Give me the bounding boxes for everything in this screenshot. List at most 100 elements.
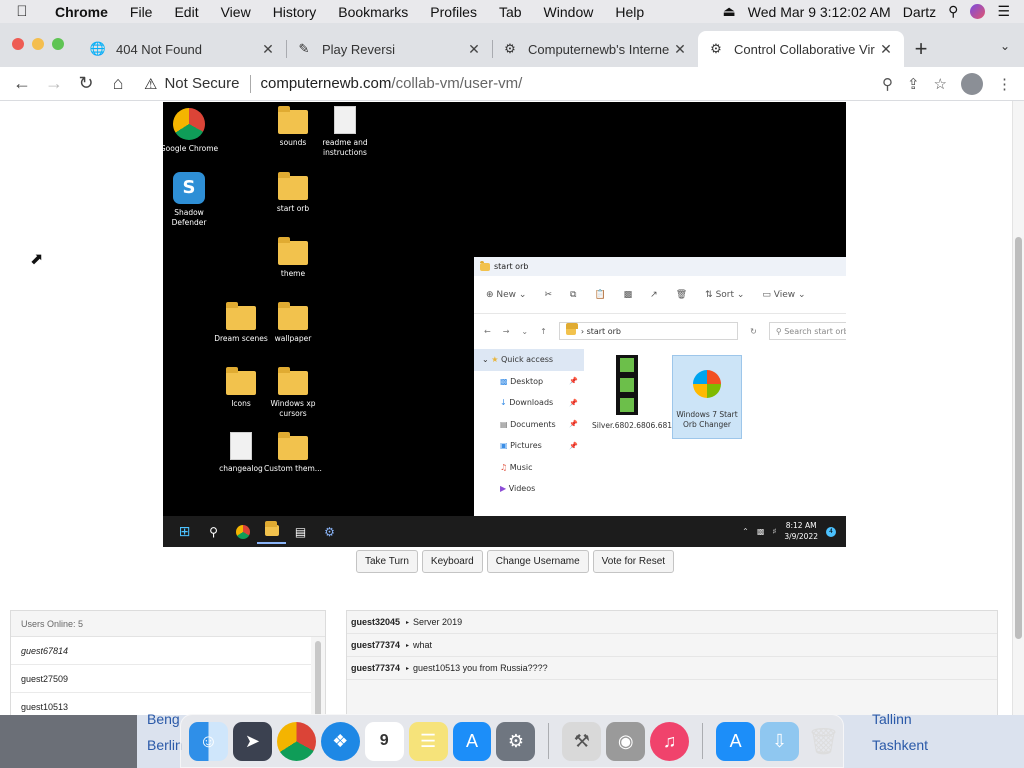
user-list-item[interactable]: guest67814 bbox=[11, 637, 311, 665]
tab-404[interactable]: 🌐 404 Not Found ✕ bbox=[80, 31, 286, 67]
scrollbar-thumb[interactable] bbox=[1015, 237, 1022, 639]
tab-reversi[interactable]: ✎ Play Reversi ✕ bbox=[286, 31, 492, 67]
take-turn-button[interactable]: Take Turn bbox=[356, 550, 418, 573]
keyboard-button[interactable]: Keyboard bbox=[421, 550, 483, 573]
tab-collab-vm[interactable]: ⚙ Control Collaborative Vir ✕ bbox=[698, 31, 904, 67]
warning-icon[interactable]: ⚠ bbox=[144, 75, 157, 93]
search-icon[interactable]: ⚲ bbox=[199, 520, 228, 544]
volume-icon[interactable]: ♯ bbox=[772, 527, 776, 536]
desktop-icon-xp-cursors[interactable]: Windows xp cursors bbox=[263, 367, 323, 419]
menu-file[interactable]: File bbox=[119, 4, 164, 20]
sort-button[interactable]: ⇅ Sort ⌄ bbox=[705, 290, 744, 300]
cut-icon[interactable]: ✂ bbox=[544, 290, 552, 300]
app-store-icon[interactable]: A bbox=[452, 721, 492, 761]
nav-desktop[interactable]: ▩ Desktop 📌 bbox=[474, 371, 584, 393]
new-tab-icon[interactable]: + bbox=[904, 31, 938, 67]
share-icon[interactable]: ⇪ bbox=[907, 75, 920, 93]
close-window-button[interactable] bbox=[12, 38, 24, 50]
start-button-icon[interactable]: ⊞ bbox=[170, 520, 199, 544]
view-button[interactable]: ▭ View ⌄ bbox=[762, 290, 805, 300]
forward-icon[interactable]: → bbox=[503, 327, 510, 336]
music-icon[interactable]: ♫ bbox=[650, 721, 690, 761]
desktop-icon-start-orb[interactable]: start orb bbox=[263, 172, 323, 214]
finder-icon[interactable]: ☺ bbox=[189, 721, 228, 761]
page-scrollbar[interactable] bbox=[1012, 101, 1024, 715]
settings-gear-icon[interactable]: ⚙ bbox=[315, 520, 344, 544]
safari-icon[interactable]: ❖ bbox=[320, 721, 360, 761]
address-bar[interactable]: ⚠ Not Secure computernewb.com/collab-vm/… bbox=[144, 70, 882, 98]
desktop-icon-shadow-defender[interactable]: S Shadow Defender bbox=[163, 172, 219, 228]
back-icon[interactable]: ← bbox=[6, 73, 38, 94]
file-item-silver[interactable]: Silver.6802.6806.6810 bbox=[592, 355, 677, 431]
explorer-breadcrumb[interactable]: › start orb bbox=[558, 322, 739, 340]
menu-tab[interactable]: Tab bbox=[488, 4, 533, 20]
forward-icon[interactable]: → bbox=[38, 73, 70, 94]
spotlight-search-icon[interactable]: ⚲ bbox=[948, 3, 958, 20]
nav-documents[interactable]: ▤ Documents 📌 bbox=[474, 414, 584, 436]
background-city-label[interactable]: Berlin bbox=[147, 737, 183, 753]
explorer-titlebar[interactable]: start orb bbox=[474, 257, 846, 276]
menubar-user[interactable]: Dartz bbox=[903, 4, 936, 20]
menu-profiles[interactable]: Profiles bbox=[419, 4, 488, 20]
network-icon[interactable]: ▩ bbox=[757, 527, 765, 536]
desktop-icon-changealog[interactable]: changealog bbox=[211, 432, 271, 474]
file-item-orb-changer[interactable]: Windows 7 Start Orb Changer bbox=[672, 355, 742, 439]
desktop-icon-chrome[interactable]: Google Chrome bbox=[163, 108, 219, 154]
desktop-icon-sounds[interactable]: sounds bbox=[263, 106, 323, 148]
desktop-icon-icons[interactable]: Icons bbox=[211, 367, 271, 409]
close-tab-icon[interactable]: ✕ bbox=[260, 41, 276, 58]
desktop-icon-dream-scenes[interactable]: Dream scenes bbox=[211, 302, 271, 344]
menu-edit[interactable]: Edit bbox=[163, 4, 209, 20]
change-username-button[interactable]: Change Username bbox=[486, 550, 589, 573]
menu-history[interactable]: History bbox=[262, 4, 328, 20]
siri-icon[interactable] bbox=[970, 4, 986, 19]
vm-display[interactable]: Google Chrome sounds readme and instruct… bbox=[163, 102, 846, 547]
security-label[interactable]: Not Secure bbox=[164, 75, 239, 92]
menu-view[interactable]: View bbox=[210, 4, 262, 20]
system-preferences-icon[interactable]: ⚙ bbox=[496, 721, 536, 761]
tab-computernewb[interactable]: ⚙ Computernewb's Interne ✕ bbox=[492, 31, 698, 67]
utility-icon[interactable]: ⚒ bbox=[562, 721, 602, 761]
menu-bookmarks[interactable]: Bookmarks bbox=[327, 4, 419, 20]
share-icon[interactable]: ↗ bbox=[650, 290, 658, 300]
menubar-clock[interactable]: Wed Mar 9 3:12:02 AM bbox=[748, 4, 891, 20]
reload-icon[interactable]: ↻ bbox=[70, 73, 102, 94]
paste-icon[interactable]: 📋 bbox=[594, 290, 605, 300]
chrome-taskbar-icon[interactable] bbox=[228, 520, 257, 544]
menu-help[interactable]: Help bbox=[604, 4, 655, 20]
menu-window[interactable]: Window bbox=[533, 4, 605, 20]
close-tab-icon[interactable]: ✕ bbox=[466, 41, 482, 58]
new-button[interactable]: ⊕ New ⌄ bbox=[486, 290, 526, 300]
trash-icon[interactable]: 🗑 bbox=[804, 722, 843, 761]
file-explorer-window[interactable]: start orb ⊕ New ⌄ ✂ ⧉ 📋 ▩ ↗ 🗑 ⇅ Sort ⌄ ▭… bbox=[474, 257, 846, 517]
bookmark-star-icon[interactable]: ☆ bbox=[934, 75, 947, 93]
apple-menu-icon[interactable]:  bbox=[0, 3, 44, 20]
home-icon[interactable]: ⌂ bbox=[102, 73, 134, 94]
close-tab-icon[interactable]: ✕ bbox=[878, 41, 894, 58]
nav-videos[interactable]: ▶ Videos bbox=[474, 478, 584, 500]
image-capture-icon[interactable]: ◉ bbox=[606, 721, 646, 761]
background-city-label[interactable]: Tashkent bbox=[872, 737, 928, 753]
tab-search-chevron-icon[interactable]: ⌄ bbox=[1000, 39, 1010, 53]
nav-quick-access[interactable]: ⌄ ★ Quick access bbox=[474, 349, 584, 371]
launchpad-icon[interactable]: ➤ bbox=[232, 721, 272, 761]
delete-icon[interactable]: 🗑 bbox=[676, 290, 687, 300]
up-icon[interactable]: ↑ bbox=[540, 327, 547, 336]
background-city-label[interactable]: Tallinn bbox=[872, 711, 912, 727]
notes-icon[interactable]: ☰ bbox=[408, 721, 448, 761]
app-store-downloads-icon[interactable]: A bbox=[716, 721, 756, 761]
nav-music[interactable]: ♫ Music bbox=[474, 457, 584, 479]
back-icon[interactable]: ← bbox=[484, 327, 491, 336]
rename-icon[interactable]: ▩ bbox=[624, 290, 633, 300]
chrome-menu-icon[interactable]: ⋮ bbox=[997, 75, 1012, 93]
desktop-icon-custom-themes[interactable]: Custom them... bbox=[263, 432, 323, 474]
desktop-icon-readme[interactable]: readme and instructions bbox=[315, 106, 375, 158]
zoom-icon[interactable]: ⚲ bbox=[882, 75, 893, 93]
desktop-icon-wallpaper[interactable]: wallpaper bbox=[263, 302, 323, 344]
minimize-window-button[interactable] bbox=[32, 38, 44, 50]
eject-icon[interactable]: ⏏ bbox=[723, 3, 736, 20]
nav-pictures[interactable]: ▣ Pictures 📌 bbox=[474, 435, 584, 457]
control-center-icon[interactable]: ☰ bbox=[997, 3, 1010, 20]
notification-badge[interactable]: 4 bbox=[826, 526, 836, 537]
close-tab-icon[interactable]: ✕ bbox=[672, 41, 688, 58]
